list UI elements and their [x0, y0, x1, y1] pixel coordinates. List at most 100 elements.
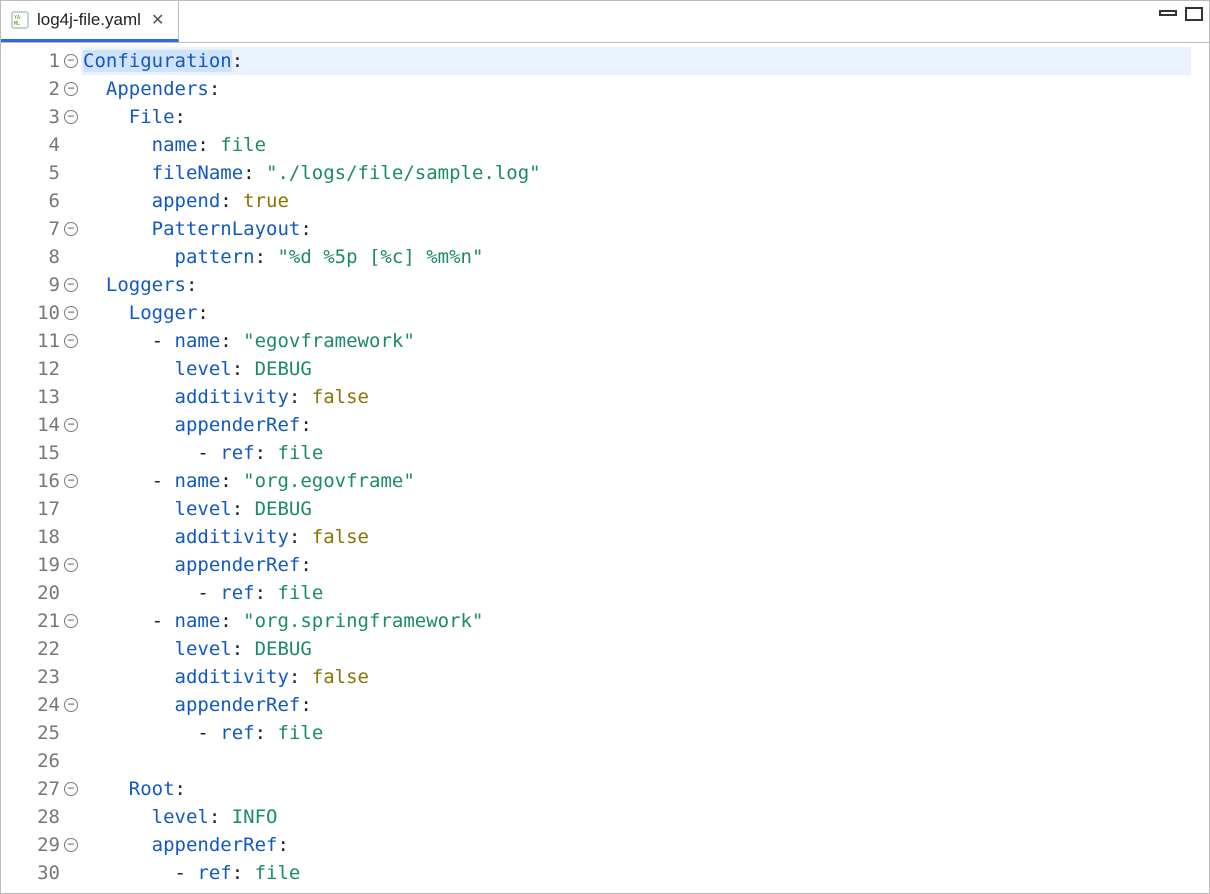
- code-token: DEBUG: [255, 638, 312, 660]
- fold-toggle-placeholder: [64, 446, 78, 460]
- line-number: 12: [30, 355, 60, 383]
- fold-toggle-icon[interactable]: −: [64, 110, 78, 124]
- code-token: -: [83, 862, 197, 884]
- code-token: [83, 414, 175, 436]
- close-icon[interactable]: ✕: [149, 10, 166, 30]
- code-token: PatternLayout: [152, 218, 301, 240]
- fold-toggle-icon[interactable]: −: [64, 418, 78, 432]
- line-number: 30: [30, 859, 60, 887]
- fold-toggle-icon[interactable]: −: [64, 614, 78, 628]
- code-line[interactable]: append: true: [81, 187, 1191, 215]
- fold-toggle-icon[interactable]: −: [64, 558, 78, 572]
- code-token: [83, 554, 175, 576]
- code-line[interactable]: appenderRef:: [81, 831, 1191, 859]
- line-number: 3: [30, 103, 60, 131]
- code-token: :: [289, 386, 312, 408]
- code-line[interactable]: name: file: [81, 131, 1191, 159]
- fold-toggle-icon[interactable]: −: [64, 82, 78, 96]
- fold-toggle-icon[interactable]: −: [64, 306, 78, 320]
- gutter-row: 23: [1, 663, 80, 691]
- code-line[interactable]: appenderRef:: [81, 411, 1191, 439]
- fold-toggle-placeholder: [64, 670, 78, 684]
- gutter-row: 12: [1, 355, 80, 383]
- code-line[interactable]: - ref: file: [81, 719, 1191, 747]
- gutter-row: 28: [1, 803, 80, 831]
- code-line[interactable]: appenderRef:: [81, 551, 1191, 579]
- code-token: [83, 498, 175, 520]
- code-line[interactable]: additivity: false: [81, 383, 1191, 411]
- fold-toggle-placeholder: [64, 642, 78, 656]
- gutter-row: 4: [1, 131, 80, 159]
- fold-toggle-icon[interactable]: −: [64, 334, 78, 348]
- gutter-row: 10−: [1, 299, 80, 327]
- code-token: [83, 638, 175, 660]
- code-line[interactable]: [81, 747, 1191, 775]
- line-number: 21: [30, 607, 60, 635]
- minimize-view-icon[interactable]: [1159, 10, 1177, 16]
- code-token: DEBUG: [255, 358, 312, 380]
- code-line[interactable]: level: INFO: [81, 803, 1191, 831]
- fold-toggle-icon[interactable]: −: [64, 278, 78, 292]
- fold-toggle-icon[interactable]: −: [64, 222, 78, 236]
- code-line[interactable]: level: DEBUG: [81, 635, 1191, 663]
- code-line[interactable]: - ref: file: [81, 439, 1191, 467]
- maximize-view-icon[interactable]: [1185, 7, 1203, 21]
- fold-toggle-placeholder: [64, 390, 78, 404]
- editor-tab-active[interactable]: YA ML log4j-file.yaml ✕: [1, 1, 179, 42]
- code-token: Configuration: [83, 50, 232, 72]
- code-token: name: [175, 610, 221, 632]
- code-token: :: [220, 330, 243, 352]
- code-token: "./logs/file/sample.log": [266, 162, 541, 184]
- fold-toggle-icon[interactable]: −: [64, 838, 78, 852]
- code-line[interactable]: Root:: [81, 775, 1191, 803]
- line-number: 10: [30, 299, 60, 327]
- code-token: INFO: [232, 806, 278, 828]
- code-token: "org.egovframe": [243, 470, 415, 492]
- code-token: "egovframework": [243, 330, 415, 352]
- code-token: file: [255, 862, 301, 884]
- line-number: 20: [30, 579, 60, 607]
- code-line[interactable]: - ref: file: [81, 859, 1191, 887]
- code-line[interactable]: - name: "org.egovframe": [81, 467, 1191, 495]
- code-line[interactable]: Loggers:: [81, 271, 1191, 299]
- code-token: file: [278, 442, 324, 464]
- code-token: [83, 78, 106, 100]
- code-line[interactable]: PatternLayout:: [81, 215, 1191, 243]
- fold-toggle-icon[interactable]: −: [64, 698, 78, 712]
- code-token: false: [312, 386, 369, 408]
- code-line[interactable]: - name: "org.springframework": [81, 607, 1191, 635]
- code-line[interactable]: pattern: "%d %5p [%c] %m%n": [81, 243, 1191, 271]
- code-line[interactable]: Appenders:: [81, 75, 1191, 103]
- code-line[interactable]: Configuration:: [81, 47, 1191, 75]
- gutter-row: 9−: [1, 271, 80, 299]
- code-line[interactable]: fileName: "./logs/file/sample.log": [81, 159, 1191, 187]
- code-line[interactable]: additivity: false: [81, 523, 1191, 551]
- code-token: -: [83, 610, 175, 632]
- editor-toolbar-right: [1159, 7, 1203, 21]
- code-line[interactable]: level: DEBUG: [81, 495, 1191, 523]
- code-token: [83, 666, 175, 688]
- code-token: :: [232, 862, 255, 884]
- code-line[interactable]: additivity: false: [81, 663, 1191, 691]
- gutter-row: 1−: [1, 47, 80, 75]
- code-token: appenderRef: [175, 694, 301, 716]
- line-number: 29: [30, 831, 60, 859]
- gutter-row: 27−: [1, 775, 80, 803]
- code-token: "%d %5p [%c] %m%n": [277, 246, 483, 268]
- code-line[interactable]: - name: "egovframework": [81, 327, 1191, 355]
- fold-toggle-icon[interactable]: −: [64, 54, 78, 68]
- fold-toggle-placeholder: [64, 138, 78, 152]
- code-token: [83, 134, 152, 156]
- code-token: :: [197, 134, 220, 156]
- code-line[interactable]: File:: [81, 103, 1191, 131]
- code-line[interactable]: appenderRef:: [81, 691, 1191, 719]
- fold-toggle-icon[interactable]: −: [64, 474, 78, 488]
- code-token: level: [175, 498, 232, 520]
- line-number: 2: [30, 75, 60, 103]
- fold-toggle-icon[interactable]: −: [64, 782, 78, 796]
- code-area[interactable]: Configuration: Appenders: File: name: fi…: [81, 43, 1209, 893]
- code-line[interactable]: Logger:: [81, 299, 1191, 327]
- code-line[interactable]: - ref: file: [81, 579, 1191, 607]
- code-editor[interactable]: 1−2−3−4567−89−10−11−121314−1516−171819−2…: [1, 43, 1209, 893]
- code-line[interactable]: level: DEBUG: [81, 355, 1191, 383]
